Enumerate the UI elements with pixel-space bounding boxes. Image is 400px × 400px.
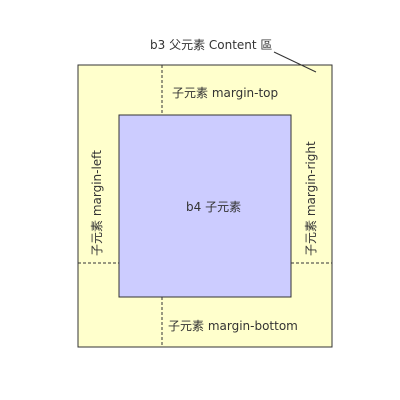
margin-left-label: 子元素 margin-left [90, 150, 104, 256]
box-model-diagram: b3 父元素 Content 區 子元素 margin-top b4 子元素 子… [77, 38, 333, 348]
child-label: b4 子元素 [186, 200, 241, 214]
margin-top-label: 子元素 margin-top [172, 86, 278, 100]
margin-bottom-label: 子元素 margin-bottom [168, 319, 298, 333]
margin-right-label: 子元素 margin-right [304, 141, 318, 256]
parent-caption: b3 父元素 Content 區 [150, 38, 272, 52]
